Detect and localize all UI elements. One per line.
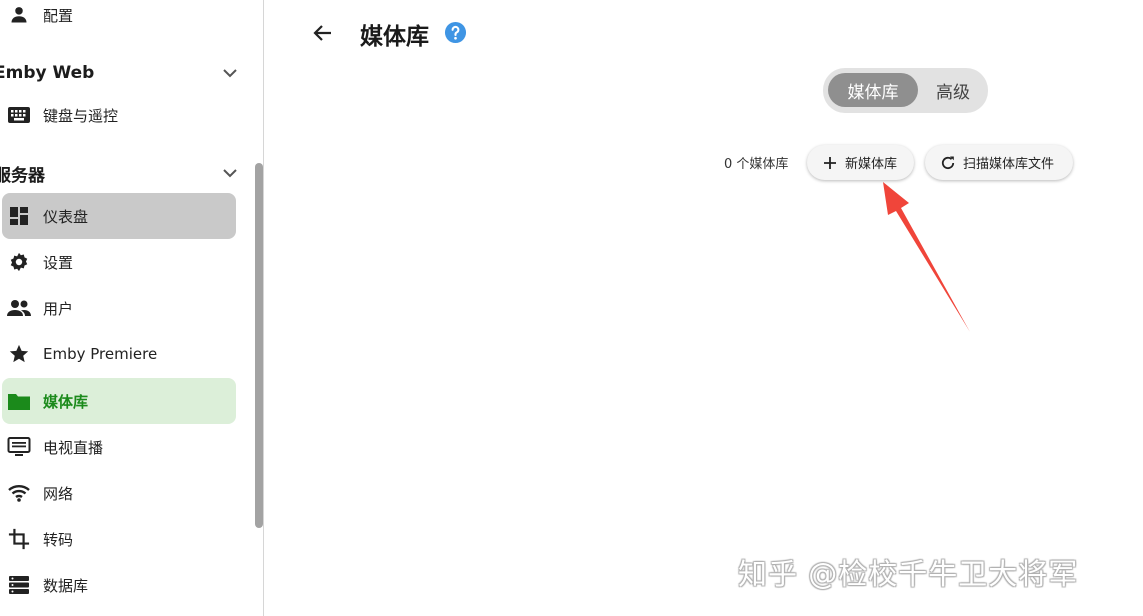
sidebar-item-label: 用户 — [43, 299, 74, 318]
scan-library-button[interactable]: 扫描媒体库文件 — [925, 145, 1073, 180]
chevron-down-icon — [220, 64, 240, 82]
sidebar-item-library[interactable]: 媒体库 — [2, 378, 236, 424]
sidebar-item-livetv[interactable]: 电视直播 — [2, 424, 236, 470]
page-title: 媒体库 — [360, 24, 429, 50]
wifi-icon — [5, 481, 33, 505]
sidebar-item-settings[interactable]: 设置 — [2, 239, 236, 285]
dashboard-icon — [5, 204, 33, 228]
sidebar-item-config[interactable]: 配置 — [2, 0, 236, 38]
new-library-label: 新媒体库 — [845, 157, 898, 172]
sidebar: 配置 Emby Web 键盘与遥控 服务器 仪表盘 设置 用户 — [0, 0, 264, 616]
sidebar-item-network[interactable]: 网络 — [2, 470, 236, 516]
gear-icon — [5, 250, 33, 274]
refresh-icon — [939, 154, 957, 172]
section-title: Emby Web — [0, 63, 95, 83]
sidebar-item-keyboard[interactable]: 键盘与遥控 — [2, 92, 236, 138]
view-toggle: 媒体库 高级 — [823, 68, 988, 113]
person-icon — [5, 3, 33, 27]
folder-icon — [5, 389, 33, 413]
sidebar-item-dashboard[interactable]: 仪表盘 — [2, 193, 236, 239]
sidebar-item-label: 设置 — [43, 253, 74, 272]
plus-icon — [821, 154, 839, 172]
chevron-down-icon — [220, 164, 240, 182]
sidebar-item-label: 配置 — [43, 6, 74, 25]
sidebar-item-label: 键盘与遥控 — [43, 106, 119, 125]
help-icon[interactable] — [444, 21, 467, 44]
sidebar-item-label: 网络 — [43, 484, 74, 503]
sidebar-item-label: 电视直播 — [43, 438, 104, 457]
section-emby-web[interactable]: Emby Web — [0, 58, 244, 88]
watermark: 知乎 @检校千牛卫大将军 — [738, 557, 1079, 591]
sidebar-scrollbar[interactable] — [255, 163, 263, 528]
sidebar-item-transcode[interactable]: 转码 — [2, 516, 236, 562]
back-arrow-icon[interactable] — [310, 20, 336, 46]
sidebar-item-label: 数据库 — [43, 576, 89, 595]
sidebar-item-label: 仪表盘 — [43, 207, 89, 226]
tab-advanced[interactable]: 高级 — [918, 73, 988, 107]
users-icon — [5, 296, 33, 320]
database-icon — [5, 573, 33, 597]
sidebar-item-label: 转码 — [43, 530, 74, 549]
new-library-button[interactable]: 新媒体库 — [807, 145, 914, 180]
library-count: 0 个媒体库 — [724, 157, 789, 172]
sidebar-item-label: Emby Premiere — [43, 345, 158, 363]
tab-libraries[interactable]: 媒体库 — [828, 73, 918, 107]
keyboard-icon — [5, 103, 33, 127]
section-server[interactable]: 服务器 — [0, 158, 244, 188]
sidebar-item-users[interactable]: 用户 — [2, 285, 236, 331]
sidebar-item-database[interactable]: 数据库 — [2, 562, 236, 608]
tv-icon — [5, 435, 33, 459]
sidebar-item-label: 媒体库 — [43, 392, 89, 411]
sidebar-item-premiere[interactable]: Emby Premiere — [2, 331, 236, 377]
scan-library-label: 扫描媒体库文件 — [963, 157, 1055, 172]
section-title: 服务器 — [0, 165, 45, 186]
star-icon — [5, 342, 33, 366]
crop-icon — [5, 527, 33, 551]
